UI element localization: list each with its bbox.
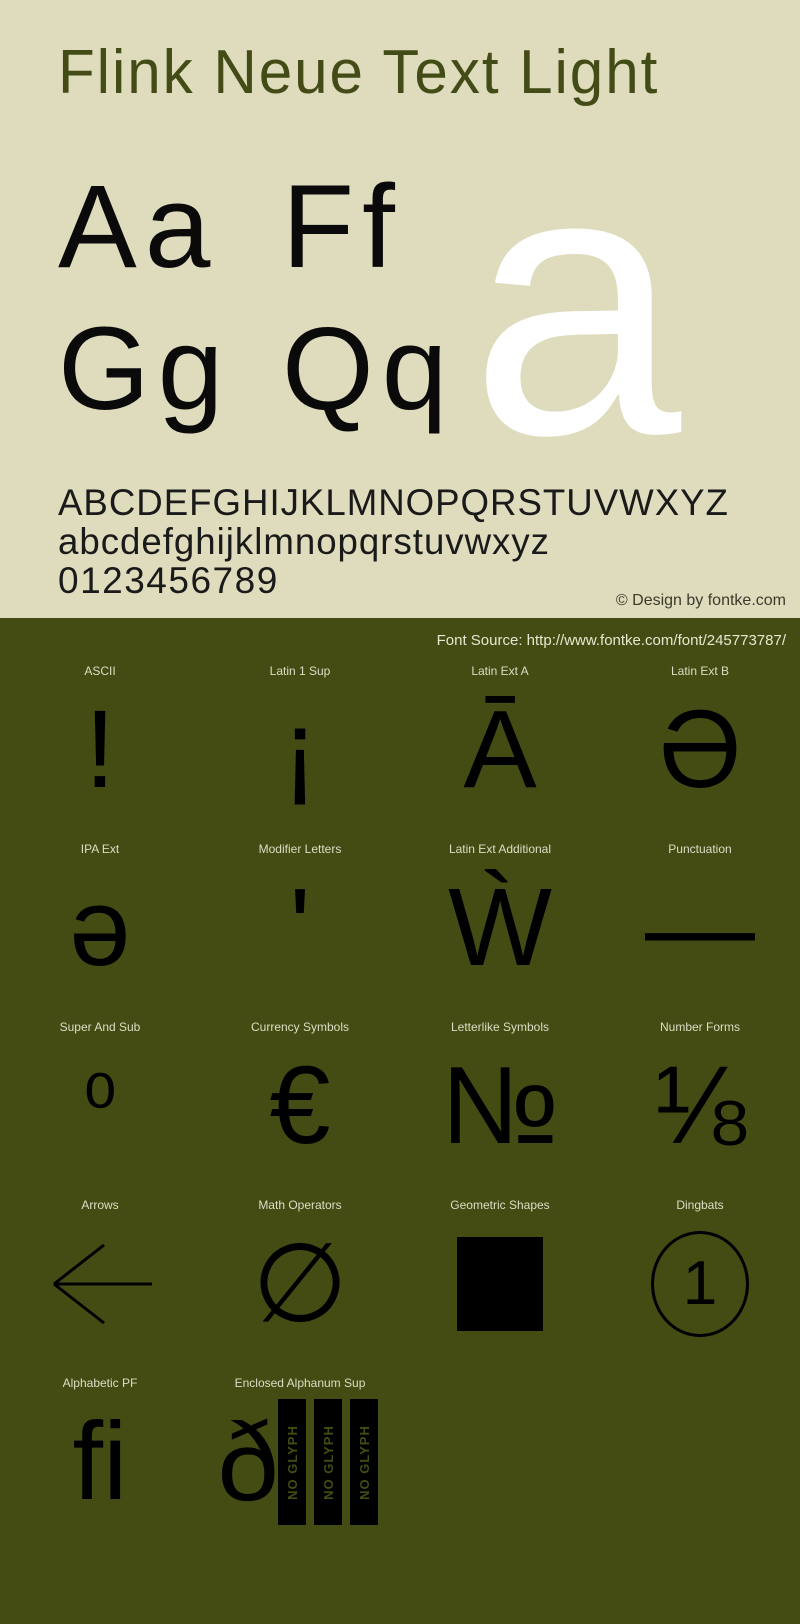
block-label: Enclosed Alphanum Sup	[234, 1376, 366, 1390]
glyph-pair-q: Qq	[282, 303, 456, 435]
block-cell-numberforms: Number Forms ⅛	[600, 1000, 800, 1178]
block-label: Alphabetic PF	[62, 1376, 138, 1390]
alphabet-uppercase: ABCDEFGHIJKLMNOPQRSTUVWXYZ	[58, 482, 729, 523]
block-glyph-filled-square-container	[400, 1214, 600, 1354]
block-label: IPA Ext	[80, 842, 120, 856]
no-glyph-group: NO GLYPH NO GLYPH NO GLYPH	[200, 1392, 400, 1532]
block-row: Alphabetic PF ﬁ Enclosed Alphanum Sup ð …	[0, 1356, 800, 1534]
block-label: Arrows	[81, 1198, 119, 1212]
glyph-pair-f: Ff	[282, 161, 403, 293]
block-cell-latin1sup: Latin 1 Sup ¡	[200, 644, 400, 822]
no-glyph-box: NO GLYPH	[314, 1399, 342, 1525]
no-glyph-box: NO GLYPH	[278, 1399, 306, 1525]
filled-square-icon	[457, 1237, 543, 1331]
block-cell-arrows: Arrows	[0, 1178, 200, 1356]
block-glyph-left-arrow-container	[0, 1214, 200, 1354]
block-cell-ipaext: IPA Ext ə	[0, 822, 200, 1000]
block-cell-modifierletters: Modifier Letters ʹ	[200, 822, 400, 1000]
block-glyph-modifier-prime: ʹ	[289, 866, 311, 989]
block-glyph-euro: €	[269, 1044, 331, 1167]
block-glyph-one-eighth: ⅛	[654, 1044, 746, 1167]
block-glyph-schwa: ə	[69, 866, 131, 989]
block-label: ASCII	[84, 664, 116, 678]
block-label: Math Operators	[258, 1198, 342, 1212]
block-cell-latinextadditional: Latin Ext Additional Ẁ	[400, 822, 600, 1000]
block-cell-enclosedalphanumsup: Enclosed Alphanum Sup ð NO GLYPH NO GLYP…	[200, 1356, 400, 1534]
specimen-header-panel: Flink Neue Text Light Aa Ff Gg Qq a ABCD…	[0, 0, 800, 618]
block-glyph-numero: №	[440, 1044, 559, 1167]
block-label: Latin Ext Additional	[448, 842, 552, 856]
block-cell-empty-2	[600, 1356, 800, 1534]
block-cell-mathoperators: Math Operators ∅	[200, 1178, 400, 1356]
no-glyph-label: NO GLYPH	[356, 1424, 372, 1500]
block-glyph-w-grave: Ẁ	[448, 866, 552, 989]
block-glyph-exclamation: !	[84, 688, 116, 811]
block-glyph-schwa-capital: Ə	[658, 688, 742, 811]
block-cell-superandsub: Super And Sub ⁰	[0, 1000, 200, 1178]
block-label: Modifier Letters	[258, 842, 342, 856]
no-glyph-row: NO GLYPH NO GLYPH NO GLYPH	[278, 1399, 378, 1525]
block-label: Number Forms	[659, 1020, 740, 1034]
copyright-notice: © Design by fontke.com	[615, 592, 786, 609]
block-label: Latin Ext A	[471, 664, 529, 678]
block-cell-empty-1	[400, 1356, 600, 1534]
block-glyph-inverted-exclamation: ¡	[281, 688, 319, 811]
left-arrow-icon	[53, 1243, 152, 1325]
block-row: Arrows Math Operators ∅ Geometric Shapes	[0, 1178, 800, 1356]
block-label: Geometric Shapes	[450, 1198, 550, 1212]
block-row: Super And Sub ⁰ Currency Symbols € Lette…	[0, 1000, 800, 1178]
block-label: Super And Sub	[59, 1020, 141, 1034]
glyph-pair-a: Aa	[58, 161, 219, 293]
circled-one-icon: 1	[651, 1231, 749, 1337]
hero-glyph-a: a	[470, 89, 682, 514]
block-cell-dingbats: Dingbats 1	[600, 1178, 800, 1356]
block-glyph-circled-one-container: 1	[600, 1214, 800, 1354]
block-cell-latinexta: Latin Ext A Ā	[400, 644, 600, 822]
no-glyph-label: NO GLYPH	[320, 1424, 336, 1500]
block-label: Currency Symbols	[250, 1020, 350, 1034]
block-glyph-superscript-zero: ⁰	[83, 1059, 117, 1153]
block-glyph-empty-set: ∅	[252, 1222, 348, 1345]
block-label: Punctuation	[668, 842, 732, 856]
glyph-pair-g: Gg	[58, 303, 232, 435]
block-glyph-a-macron: Ā	[463, 688, 537, 811]
block-label: Latin Ext B	[670, 664, 730, 678]
no-glyph-box: NO GLYPH	[350, 1399, 378, 1525]
block-cell-currencysymbols: Currency Symbols €	[200, 1000, 400, 1178]
block-row: ASCII ! Latin 1 Sup ¡ Latin Ext A Ā Lati…	[0, 644, 800, 822]
block-glyph-em-dash: —	[645, 866, 755, 989]
block-cell-punctuation: Punctuation —	[600, 822, 800, 1000]
no-glyph-label: NO GLYPH	[284, 1424, 300, 1500]
block-label: Dingbats	[676, 1198, 724, 1212]
unicode-block-grid: ASCII ! Latin 1 Sup ¡ Latin Ext A Ā Lati…	[0, 644, 800, 1534]
unicode-blocks-panel: Font Source: http://www.fontke.com/font/…	[0, 618, 800, 1624]
block-cell-letterlikesymbols: Letterlike Symbols №	[400, 1000, 600, 1178]
block-cell-ascii: ASCII !	[0, 644, 200, 822]
block-cell-latinextb: Latin Ext B Ə	[600, 644, 800, 822]
block-cell-geometricshapes: Geometric Shapes	[400, 1178, 600, 1356]
block-label: Letterlike Symbols	[450, 1020, 550, 1034]
block-row: IPA Ext ə Modifier Letters ʹ Latin Ext A…	[0, 822, 800, 1000]
alphabet-lowercase: abcdefghijklmnopqrstuvwxyz	[58, 521, 550, 562]
alphabet-digits: 0123456789	[58, 560, 279, 601]
block-label: Latin 1 Sup	[269, 664, 331, 678]
